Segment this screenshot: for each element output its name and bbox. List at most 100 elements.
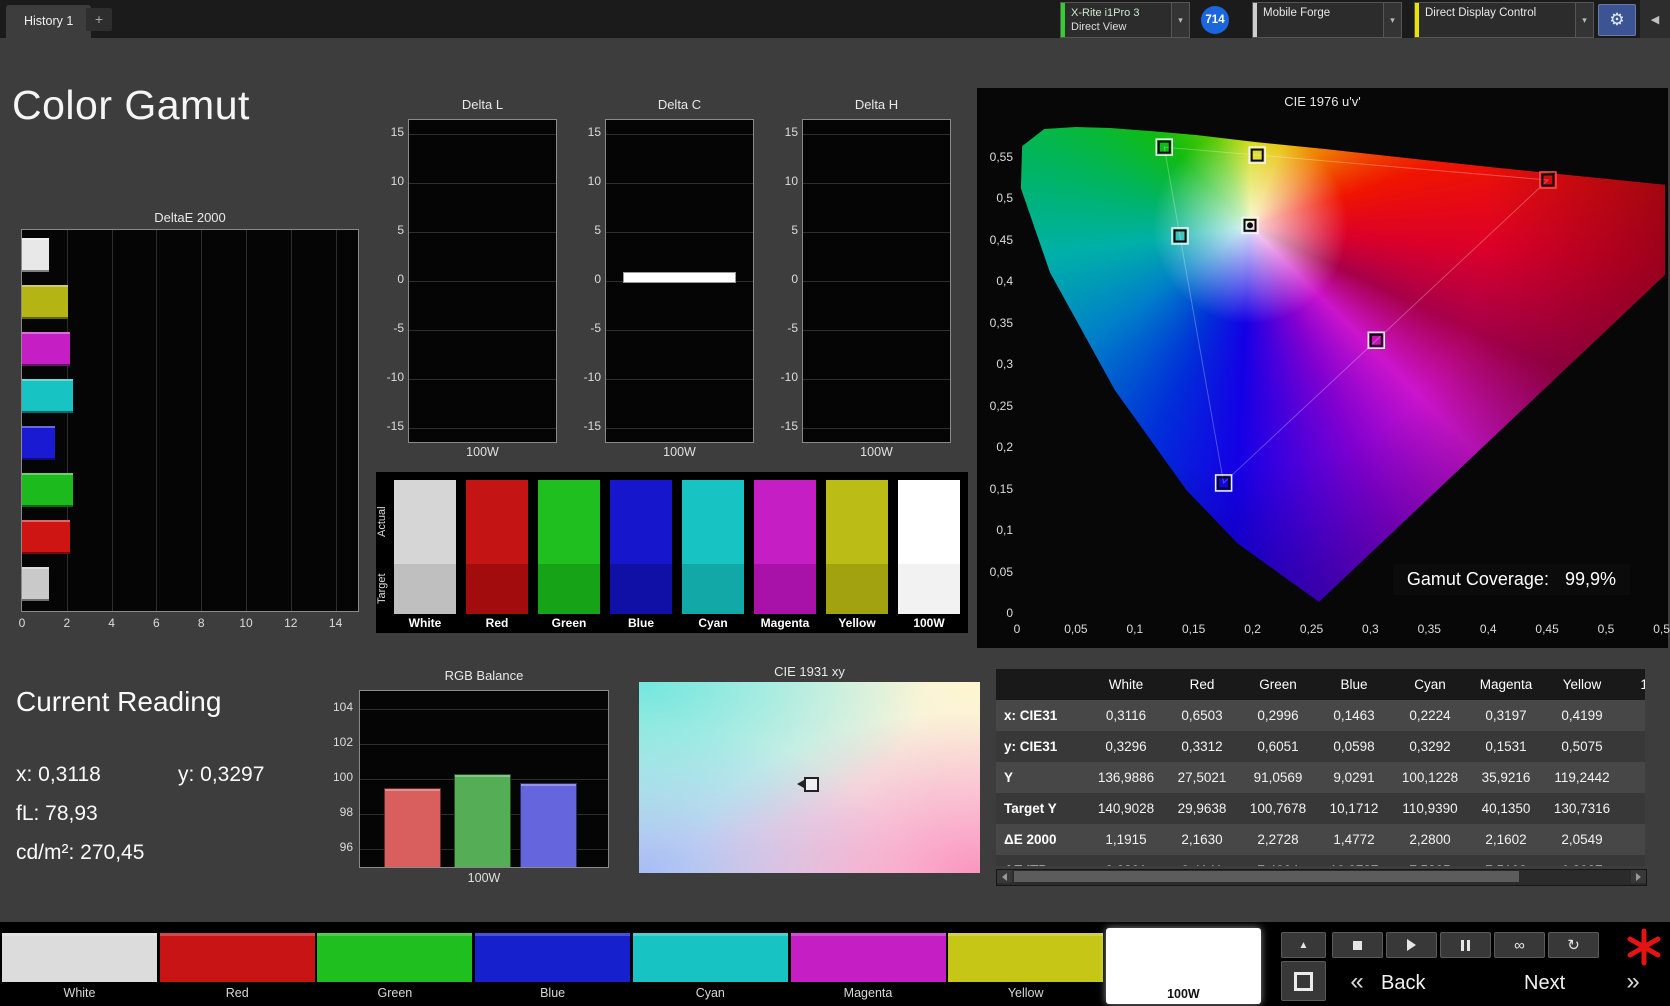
table-cell: 35,9216: [1468, 762, 1544, 793]
tick-label: 96: [339, 840, 353, 855]
gridline: [360, 708, 608, 710]
pattern-window-button[interactable]: [1281, 961, 1326, 1001]
scroll-left-button[interactable]: [997, 870, 1012, 883]
meter-dropdown-text: X-Rite i1Pro 3 Direct View: [1065, 3, 1171, 37]
cie1931-title: CIE 1931 xy: [774, 664, 845, 679]
pattern-tile-magenta[interactable]: [790, 933, 946, 982]
table-cell: 0,4: [1620, 855, 1645, 866]
gamut-coverage-value: 99,9%: [1564, 569, 1616, 589]
delta-h-y-axis: 15 10 5 0 -5 -10 -15: [764, 119, 798, 441]
delta-h-chart: [802, 119, 951, 443]
gridline: [201, 230, 203, 611]
tick-label: -15: [780, 419, 798, 433]
tab-history-1[interactable]: History 1: [6, 5, 92, 38]
table-cell: 0,2224: [1392, 700, 1468, 731]
tick-label: 0,35: [989, 315, 1013, 330]
table-cell: 0,1463: [1316, 700, 1392, 731]
table-cell: 2,1630: [1164, 824, 1240, 855]
delta-l-chart: [408, 119, 557, 443]
back-button[interactable]: Back: [1381, 965, 1425, 1001]
cie1976-panel: CIE 1976 u'v' 0,55 0,5 0,45 0,4 0,35 0,3 0,25 0…: [977, 88, 1670, 648]
deltae-bar-cyan: [22, 379, 74, 413]
pattern-bar: ▲ ∞ ↻ « Back Next » White Red Green Blue…: [0, 922, 1670, 1006]
pattern-tile-label: Magenta: [843, 986, 893, 1000]
tick-label: 6: [153, 616, 160, 630]
table-cell: 0,3296: [1088, 731, 1164, 762]
settings-button[interactable]: ⚙: [1598, 4, 1636, 36]
chevron-down-icon[interactable]: ▾: [1171, 3, 1189, 37]
deltae-bar-green: [22, 473, 73, 507]
gridline: [290, 230, 292, 611]
table-cell: 140,9028: [1088, 793, 1164, 824]
table-cell: 136,9886: [1088, 762, 1164, 793]
tick-label: 10: [390, 174, 404, 188]
add-tab-button[interactable]: +: [86, 8, 112, 31]
measurement-table: WhiteRedGreenBlueCyanMagentaYellow100W x:…: [996, 669, 1645, 866]
table-row-label: x: CIE31: [996, 700, 1088, 731]
meter-dropdown[interactable]: X-Rite i1Pro 3 Direct View ▾: [1060, 2, 1190, 38]
pattern-tile-green[interactable]: [317, 933, 473, 982]
pattern-tile-yellow[interactable]: [948, 933, 1104, 982]
gridline: [409, 428, 556, 429]
table-cell: 0,4199: [1544, 700, 1620, 731]
scroll-right-button[interactable]: [1631, 870, 1646, 883]
target-row-label: Target: [376, 573, 388, 605]
tick-label: 0,4: [996, 274, 1013, 288]
stop-button[interactable]: [1332, 932, 1383, 958]
gridline: [606, 330, 753, 331]
display-control-text: Direct Display Control: [1419, 3, 1575, 37]
pattern-tile-100w[interactable]: 100W: [1105, 928, 1261, 1004]
chevron-down-icon[interactable]: ▾: [1575, 3, 1593, 37]
actual-row-label: Actual: [376, 506, 388, 538]
measurement-table-grid: WhiteRedGreenBlueCyanMagentaYellow100W x:…: [996, 669, 1645, 866]
actual-target-swatch-panel: Actual Target White Red Green Blue Cyan Magen…: [376, 472, 968, 633]
display-control-dropdown[interactable]: Direct Display Control ▾: [1414, 2, 1594, 38]
table-row-label: ΔE 2000: [996, 824, 1088, 855]
pattern-source-dropdown[interactable]: Mobile Forge ▾: [1252, 2, 1402, 38]
gridline: [409, 183, 556, 184]
target-swatch-white: [394, 564, 456, 614]
table-cell: 7,4004: [1240, 855, 1316, 866]
next-chevrons-icon[interactable]: »: [1616, 965, 1650, 1001]
cie1976-y-axis: 0,55 0,5 0,45 0,4 0,35 0,3 0,25 0,2 0,15 0,1 0,05 0: [979, 116, 1013, 621]
pause-button[interactable]: [1440, 932, 1491, 958]
scrollbar-thumb[interactable]: [1014, 871, 1519, 882]
tick-label: 0,05: [1064, 622, 1088, 636]
table-cell: 0,3: [1620, 700, 1645, 731]
chevron-down-icon[interactable]: ▾: [1383, 3, 1401, 37]
loop-button[interactable]: ∞: [1494, 932, 1545, 958]
gridline: [156, 230, 158, 611]
pattern-window-up-button[interactable]: ▲: [1281, 932, 1326, 958]
table-cell: 0,3292: [1392, 731, 1468, 762]
table-cell: 6,8037: [1544, 855, 1620, 866]
infinity-icon: ∞: [1514, 936, 1525, 954]
up-arrow-icon: ▲: [1298, 939, 1309, 951]
next-button[interactable]: Next: [1524, 965, 1565, 1001]
gamut-coverage-label: Gamut Coverage:: [1406, 569, 1549, 589]
table-cell: 10,1712: [1316, 793, 1392, 824]
tick-label: 10: [784, 174, 798, 188]
refresh-button[interactable]: ↻: [1548, 932, 1599, 958]
play-button[interactable]: [1386, 932, 1437, 958]
pattern-tile-label: Blue: [540, 986, 566, 1000]
pattern-tile-cyan[interactable]: [632, 933, 788, 982]
pattern-tile-red[interactable]: [159, 933, 315, 982]
collapse-panel-button[interactable]: ◀: [1640, 0, 1670, 38]
rgb-bar-red: [384, 787, 441, 867]
tick-label: 0,3: [1362, 622, 1379, 636]
table-scrollbar[interactable]: [996, 869, 1647, 886]
pattern-tile-blue[interactable]: [475, 933, 631, 982]
tick-label: 0: [791, 272, 798, 286]
actual-swatch-red: [466, 480, 528, 564]
tick-label: -5: [590, 321, 601, 335]
back-chevrons-icon[interactable]: «: [1340, 965, 1374, 1001]
tick-label: 0: [594, 272, 601, 286]
delta-c-y-axis: 15 10 5 0 -5 -10 -15: [567, 119, 601, 441]
table-cell: 0,6503: [1164, 700, 1240, 731]
rgb-balance-y-axis: 104 102 100 98 96: [319, 690, 353, 866]
pattern-tile-white[interactable]: [2, 933, 157, 982]
delta-c-title: Delta C: [657, 97, 702, 112]
tick-label: 14: [328, 616, 343, 630]
delta-h-x-label: 100W: [860, 445, 893, 459]
target-swatch-blue: [610, 564, 672, 614]
